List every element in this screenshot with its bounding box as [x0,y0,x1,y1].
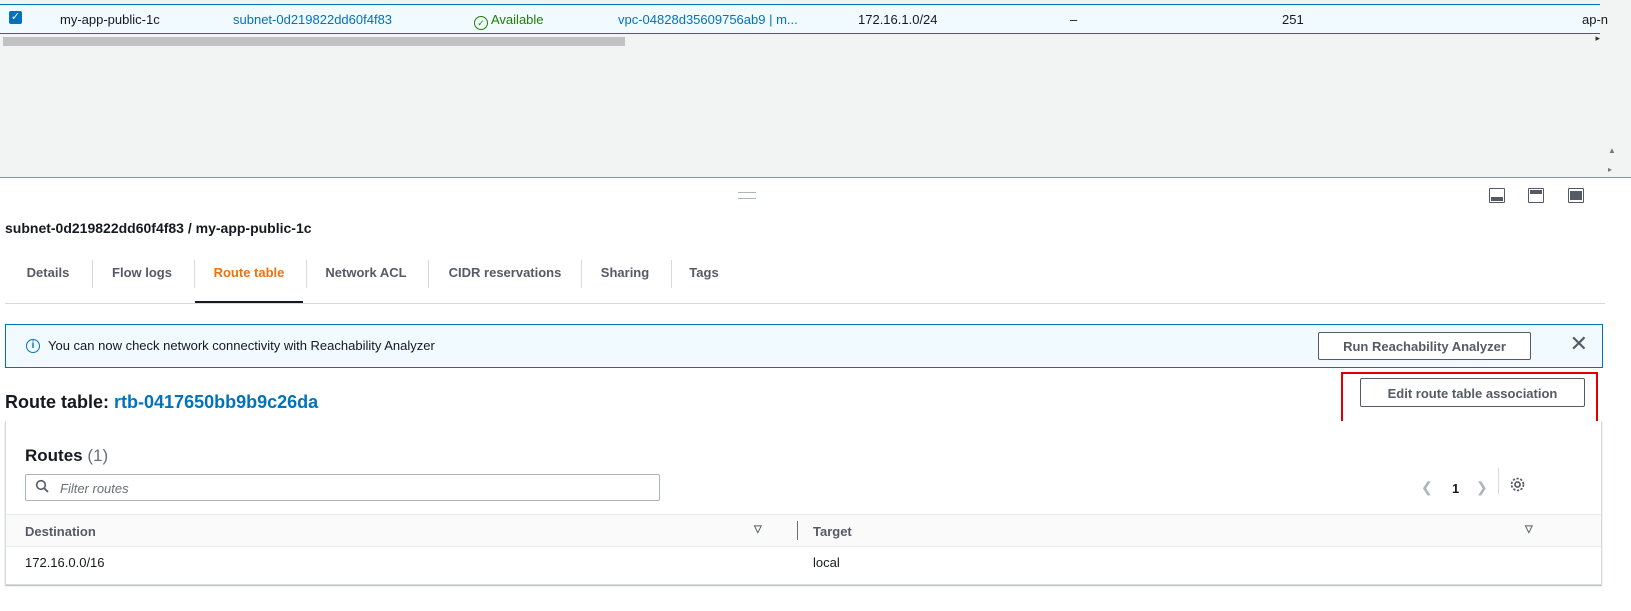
check-circle-icon: ✓ [474,16,488,30]
subnet-state: ✓ Available [474,12,544,30]
scroll-up-icon[interactable]: ▲ [1608,146,1616,155]
info-icon: i [26,339,40,353]
highlight-box [1341,372,1598,428]
availability-zone: ap-n [1582,12,1609,27]
previous-page-icon[interactable]: ❮ [1421,479,1433,496]
route-table-id-link[interactable]: rtb-0417650bb9b9c26da [114,392,318,412]
horizontal-scrollbar[interactable]: ▸ [3,33,1600,46]
run-reachability-analyzer-button[interactable]: Run Reachability Analyzer [1318,332,1531,360]
ipv4-cidr: 172.16.1.0/24 [858,12,938,27]
tab-divider [92,260,93,288]
subnets-table: ✓ my-app-public-1c subnet-0d219822dd60f4… [0,0,1631,178]
scrollbar-thumb[interactable] [3,37,625,46]
available-ips: 251 [1282,12,1304,27]
page-number[interactable]: 1 [1452,481,1459,496]
checkbox-checked-icon[interactable]: ✓ [9,11,22,24]
route-target: local [813,555,840,570]
tab-divider [306,260,307,288]
vpc-link[interactable]: vpc-04828d35609756ab9 | m... [618,12,798,27]
filter-routes-input[interactable] [58,478,642,499]
page-title: subnet-0d219822dd60f4f83 / my-app-public… [5,220,312,236]
search-icon [35,479,49,496]
column-header-destination[interactable]: Destination [25,524,96,539]
tab-tags[interactable]: Tags [687,256,721,302]
info-banner: i You can now check network connectivity… [5,324,1603,368]
route-table-label: Route table: [5,392,110,412]
tab-network-acl[interactable]: Network ACL [322,256,410,302]
routes-title: Routes (1) [25,446,108,466]
panel-bottom-icon[interactable] [1489,188,1505,203]
sort-icon[interactable]: ▽ [1525,524,1533,535]
ipv6-cidr: – [1070,12,1078,27]
info-banner-text: You can now check network connectivity w… [48,338,435,353]
column-resizer[interactable] [797,521,798,540]
routes-count: (1) [87,446,109,465]
table-row[interactable]: 172.16.0.0/16 local [6,546,1601,578]
tab-divider [581,260,582,288]
close-icon[interactable]: ✕ [1570,331,1588,357]
tab-details[interactable]: Details [25,256,71,302]
table-row-selected[interactable]: ✓ my-app-public-1c subnet-0d219822dd60f4… [0,4,1608,34]
tab-sharing[interactable]: Sharing [598,256,652,302]
subnet-id-link[interactable]: subnet-0d219822dd60f4f83 [233,12,392,27]
filter-routes-field[interactable] [25,474,660,501]
subnet-state-label: Available [491,12,544,27]
route-destination: 172.16.0.0/16 [25,555,105,570]
gear-icon[interactable] [1509,476,1526,496]
panel-full-icon[interactable] [1568,188,1584,203]
scroll-down-icon[interactable]: ▸ [1608,165,1612,174]
panel-side-icon[interactable] [1528,188,1544,203]
subnet-name: my-app-public-1c [60,12,160,27]
tab-route-table[interactable]: Route table [195,256,303,303]
split-panel-divider[interactable] [0,177,1631,178]
tab-divider [428,260,429,288]
tab-cidr-reservations[interactable]: CIDR reservations [445,256,565,302]
scroll-right-icon[interactable]: ▸ [1595,33,1600,44]
column-header-target[interactable]: Target [813,524,852,539]
tab-flow-logs[interactable]: Flow logs [109,256,175,302]
detail-tabs: Details Flow logs Route table Network AC… [5,256,1605,304]
routes-panel: Routes (1) ❮ 1 ❯ Destination ▽ Target ▽ … [5,421,1602,585]
pager-divider [1498,468,1499,494]
tab-divider [671,260,672,288]
sort-icon[interactable]: ▽ [754,524,762,535]
table-header: Destination ▽ Target ▽ [6,514,1601,547]
routes-title-text: Routes [25,446,83,465]
route-table-heading: Route table: rtb-0417650bb9b9c26da [5,392,318,413]
drag-handle-icon[interactable] [738,192,756,199]
next-page-icon[interactable]: ❯ [1476,479,1488,496]
vertical-scrollbar[interactable]: ▲ ▸ [1606,0,1620,178]
